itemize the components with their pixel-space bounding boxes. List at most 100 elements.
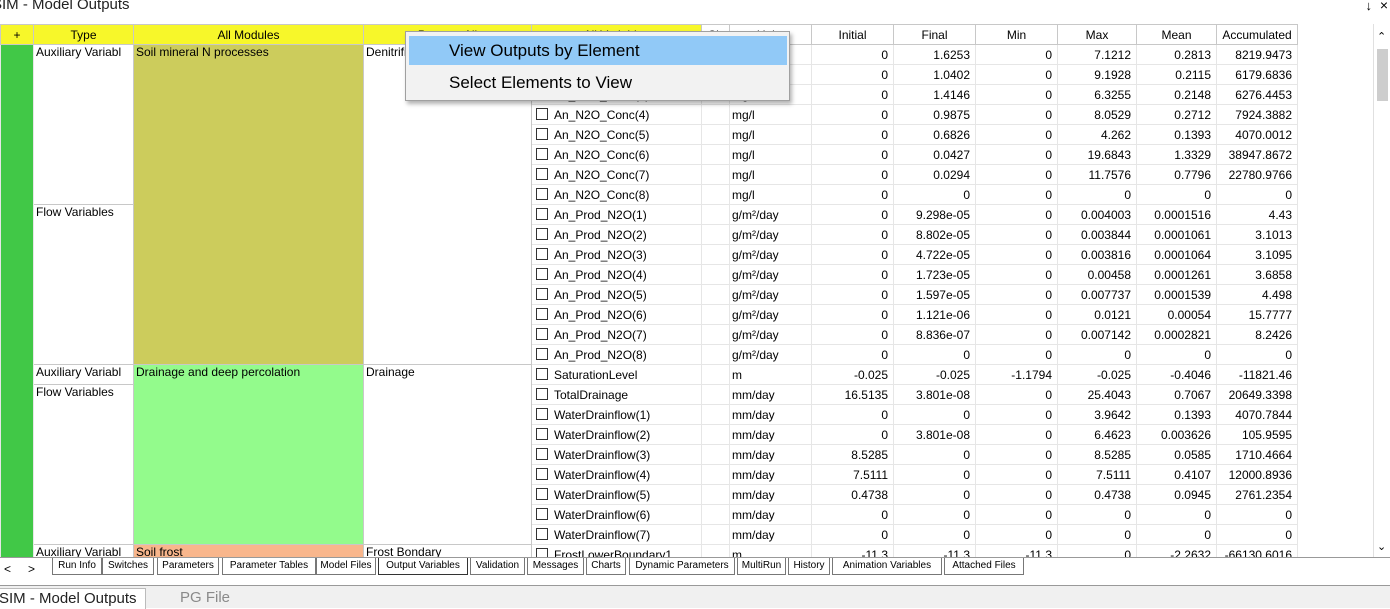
pin-icon[interactable]: ↓ (1366, 0, 1373, 13)
tab-charts[interactable]: Charts (586, 558, 626, 575)
module-cell[interactable]: Soil frost (133, 544, 364, 557)
variable-cell[interactable]: An_N2O_Conc(6) (531, 144, 702, 165)
variable-checkbox[interactable] (536, 107, 548, 120)
type-cell[interactable]: Auxiliary Variabl (33, 544, 134, 557)
variable-cell[interactable]: An_Prod_N2O(4) (531, 264, 702, 285)
variable-checkbox[interactable] (536, 427, 548, 440)
variable-cell[interactable]: An_Prod_N2O(6) (531, 304, 702, 325)
variable-checkbox[interactable] (536, 347, 548, 360)
mean-cell: -2.2632 (1136, 544, 1217, 557)
variable-checkbox[interactable] (536, 207, 548, 220)
type-cell[interactable]: Auxiliary Variabl (33, 364, 134, 385)
table-row[interactable]: Auxiliary Variabl Drainage and deep perco… (1, 364, 1298, 545)
variable-checkbox[interactable] (536, 387, 548, 400)
min-header[interactable]: Min (975, 24, 1058, 45)
variable-cell[interactable]: An_Prod_N2O(8) (531, 344, 702, 365)
scrollbar-thumb[interactable] (1377, 49, 1388, 101)
process-cell[interactable]: Frost Bondary (363, 544, 532, 557)
menu-item-select-elements-to-view[interactable]: Select Elements to View (409, 68, 787, 97)
variable-cell[interactable]: TotalDrainage (531, 384, 702, 405)
accumulated-header[interactable]: Accumulated (1216, 24, 1298, 45)
variable-checkbox[interactable] (536, 547, 548, 557)
variable-cell[interactable]: An_N2O_Conc(8) (531, 184, 702, 205)
accumulated-cell: 20649.3398 (1216, 384, 1298, 405)
variable-cell[interactable]: WaterDrainflow(4) (531, 464, 702, 485)
variable-checkbox[interactable] (536, 247, 548, 260)
tab-scroll-left-icon[interactable]: < (4, 562, 11, 576)
variable-cell[interactable]: WaterDrainflow(3) (531, 444, 702, 465)
variable-checkbox[interactable] (536, 307, 548, 320)
variable-checkbox[interactable] (536, 487, 548, 500)
final-header[interactable]: Final (893, 24, 976, 45)
menu-item-view-outputs-by-element[interactable]: View Outputs by Element (409, 36, 787, 65)
variable-cell[interactable]: An_N2O_Conc(4) (531, 104, 702, 125)
tab-parameter-tables[interactable]: Parameter Tables (222, 558, 316, 575)
variable-checkbox[interactable] (536, 407, 548, 420)
variable-checkbox[interactable] (536, 187, 548, 200)
module-cell[interactable]: Drainage and deep percolation (133, 364, 364, 545)
close-icon[interactable]: × (1380, 0, 1388, 13)
variable-cell[interactable]: WaterDrainflow(2) (531, 424, 702, 445)
variable-checkbox[interactable] (536, 147, 548, 160)
initial-cell: 0 (811, 264, 894, 285)
doc-tab-model-outputs[interactable]: SIM - Model Outputs (0, 588, 146, 609)
variable-cell[interactable]: An_N2O_Conc(5) (531, 124, 702, 145)
variable-cell[interactable]: WaterDrainflow(7) (531, 524, 702, 545)
variable-checkbox[interactable] (536, 467, 548, 480)
variable-checkbox[interactable] (536, 127, 548, 140)
variable-checkbox[interactable] (536, 447, 548, 460)
variable-checkbox[interactable] (536, 167, 548, 180)
variable-cell[interactable]: FrostLowerBoundary1 (531, 544, 702, 557)
process-cell[interactable]: Drainage (363, 364, 532, 545)
tab-attached-files[interactable]: Attached Files (944, 558, 1024, 575)
variable-cell[interactable]: WaterDrainflow(5) (531, 484, 702, 505)
mean-header[interactable]: Mean (1136, 24, 1217, 45)
tab-output-variables[interactable]: Output Variables (378, 558, 468, 575)
vertical-scrollbar[interactable]: ⌃ ⌄ (1373, 24, 1390, 557)
initial-cell: 0 (811, 124, 894, 145)
modules-header[interactable]: All Modules (133, 24, 364, 45)
tab-run-info[interactable]: Run Info (52, 558, 102, 575)
units-cell: mm/day (729, 464, 812, 485)
variable-cell[interactable]: An_Prod_N2O(5) (531, 284, 702, 305)
variable-checkbox[interactable] (536, 367, 548, 380)
tab-validation[interactable]: Validation (470, 558, 525, 575)
variable-checkbox[interactable] (536, 267, 548, 280)
tab-switches[interactable]: Switches (102, 558, 154, 575)
variable-cell[interactable]: An_Prod_N2O(7) (531, 324, 702, 345)
variable-checkbox[interactable] (536, 287, 548, 300)
variable-checkbox[interactable] (536, 227, 548, 240)
variable-checkbox[interactable] (536, 527, 548, 540)
tab-messages[interactable]: Messages (527, 558, 584, 575)
chevron-down-icon[interactable]: ⌄ (1377, 540, 1386, 553)
variable-cell[interactable]: An_N2O_Conc(7) (531, 164, 702, 185)
doc-tab-pg-file[interactable]: PG File (180, 588, 230, 608)
module-cell[interactable]: Soil mineral N processes (133, 44, 364, 365)
initial-cell: 7.5111 (811, 464, 894, 485)
variable-cell[interactable]: An_Prod_N2O(1) (531, 204, 702, 225)
table-row[interactable]: Auxiliary Variabl Soil frost Frost Bondary… (1, 544, 1298, 557)
tab-multirun[interactable]: MultiRun (737, 558, 786, 575)
type-cell[interactable]: Flow Variables (33, 204, 134, 365)
tab-dynamic-parameters[interactable]: Dynamic Parameters (629, 558, 735, 575)
initial-header[interactable]: Initial (811, 24, 894, 45)
variable-cell[interactable]: An_Prod_N2O(2) (531, 224, 702, 245)
tab-animation-variables[interactable]: Animation Variables (832, 558, 942, 575)
chevron-up-icon[interactable]: ⌃ (1377, 30, 1386, 43)
variable-checkbox[interactable] (536, 507, 548, 520)
tab-model-files[interactable]: Model Files (316, 558, 376, 575)
max-header[interactable]: Max (1057, 24, 1137, 45)
type-cell[interactable]: Flow Variables (33, 384, 134, 545)
type-cell[interactable]: Auxiliary Variabl (33, 44, 134, 205)
tab-scroll-right-icon[interactable]: > (28, 562, 35, 576)
variable-cell[interactable]: An_Prod_N2O(3) (531, 244, 702, 265)
variable-cell[interactable]: WaterDrainflow(6) (531, 504, 702, 525)
variable-cell[interactable]: SaturationLevel (531, 364, 702, 385)
expand-header[interactable]: + (0, 24, 34, 45)
variable-checkbox[interactable] (536, 327, 548, 340)
type-header[interactable]: Type (33, 24, 134, 45)
variable-cell[interactable]: WaterDrainflow(1) (531, 404, 702, 425)
tab-history[interactable]: History (788, 558, 830, 575)
tab-parameters[interactable]: Parameters (157, 558, 219, 575)
accumulated-cell: 4070.0012 (1216, 124, 1298, 145)
